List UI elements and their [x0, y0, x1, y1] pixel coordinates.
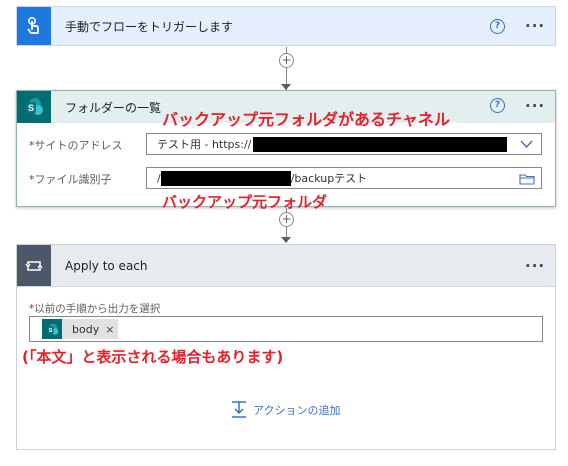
help-icon[interactable]: ?	[490, 19, 505, 34]
add-action-icon	[232, 401, 246, 418]
select-output-input[interactable]: S body ×	[29, 316, 543, 342]
site-address-dropdown[interactable]: テスト用 - https://	[146, 133, 542, 155]
more-options-button[interactable]: ···	[525, 259, 545, 274]
svg-text:S: S	[28, 103, 34, 113]
loop-icon	[17, 245, 51, 286]
svg-text:S: S	[48, 328, 52, 334]
remove-token-button[interactable]: ×	[105, 323, 114, 336]
list-folder-title: フォルダーの一覧	[65, 100, 162, 115]
add-action-button[interactable]: アクションの追加	[231, 401, 340, 418]
annotation-note: (「本文」と表示される場合もあります)	[22, 348, 284, 366]
file-identifier-input[interactable]: / /backupテスト	[146, 167, 542, 189]
select-output-label: *以前の手順から出力を選択	[29, 303, 161, 315]
add-action-label: アクションの追加	[253, 403, 341, 417]
more-options-button[interactable]: ···	[525, 19, 545, 34]
dynamic-content-token[interactable]: S body ×	[42, 319, 119, 339]
apply-to-each-header[interactable]: Apply to each	[17, 245, 555, 287]
help-icon[interactable]: ?	[490, 98, 505, 113]
annotation-folder: バックアップ元フォルダ	[162, 193, 328, 211]
apply-to-each-title: Apply to each	[65, 258, 148, 273]
annotation-channel: バックアップ元フォルダがあるチャネル	[162, 110, 450, 129]
insert-step-button[interactable]: +	[279, 212, 294, 227]
trigger-title: 手動でフローをトリガーします	[65, 19, 234, 34]
redacted-block	[253, 136, 508, 152]
token-label: body	[72, 322, 100, 336]
folder-icon[interactable]	[519, 173, 535, 185]
manual-trigger-icon	[17, 7, 51, 45]
file-identifier-value: /backupテスト	[290, 172, 368, 185]
insert-step-button[interactable]: +	[279, 53, 294, 68]
chevron-down-icon	[520, 140, 533, 149]
sharepoint-icon: S	[42, 319, 62, 339]
redacted-block	[160, 170, 291, 186]
sharepoint-icon: S	[17, 91, 51, 123]
trigger-card[interactable]: 手動でフローをトリガーします ? ···	[16, 6, 556, 46]
site-address-value: テスト用 - https://	[157, 138, 252, 151]
connector-arrow-icon	[281, 237, 291, 243]
site-address-label: *サイトのアドレス	[29, 139, 123, 152]
more-options-button[interactable]: ···	[525, 99, 545, 114]
file-identifier-label: *ファイル識別子	[29, 173, 112, 186]
